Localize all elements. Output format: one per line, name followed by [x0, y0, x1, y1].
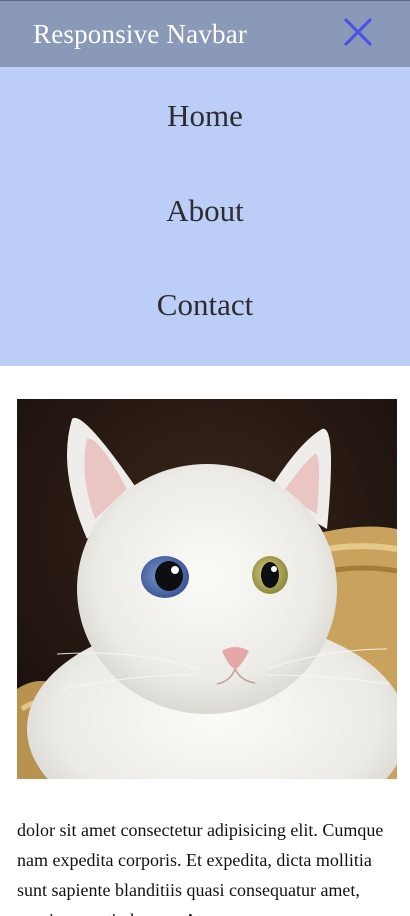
nav-menu: Home About Contact: [0, 67, 410, 366]
menu-item-about[interactable]: About: [0, 193, 410, 229]
navbar-title[interactable]: Responsive Navbar: [33, 17, 247, 51]
cat-image: [17, 399, 397, 779]
navbar: Responsive Navbar: [0, 0, 410, 67]
menu-item-home[interactable]: Home: [0, 98, 410, 134]
close-menu-button[interactable]: [343, 17, 373, 47]
body-paragraph: dolor sit amet consectetur adipisicing e…: [17, 820, 384, 916]
main-content: dolor sit amet consectetur adipisicing e…: [0, 366, 410, 916]
close-icon: [344, 18, 372, 46]
menu-item-contact[interactable]: Contact: [0, 287, 410, 323]
